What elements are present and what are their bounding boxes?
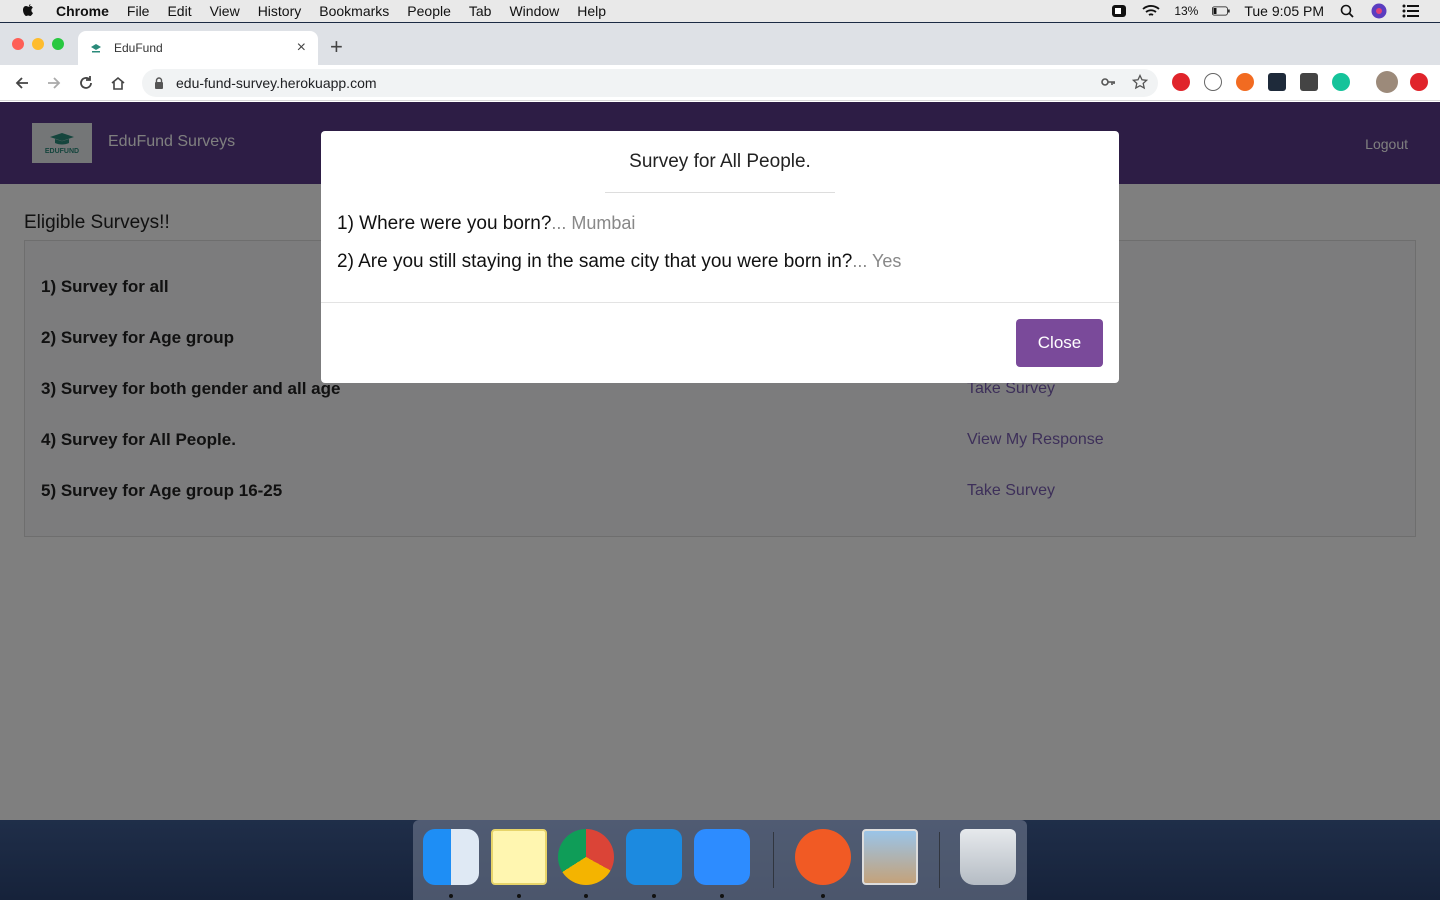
- browser-window: EduFund × + edu-fund-survey.herokuapp.co…: [0, 23, 1440, 820]
- menu-help[interactable]: Help: [577, 3, 606, 19]
- browser-toolbar: edu-fund-survey.herokuapp.com: [0, 65, 1440, 101]
- question-text: 2) Are you still staying in the same cit…: [337, 251, 853, 272]
- answer-text: ... Yes: [852, 251, 902, 271]
- menu-app-chrome[interactable]: Chrome: [56, 3, 109, 19]
- bookmark-star-icon[interactable]: [1132, 74, 1148, 90]
- close-button[interactable]: Close: [1016, 319, 1103, 367]
- opera-extension-icon[interactable]: [1172, 73, 1190, 91]
- notes-icon[interactable]: [491, 829, 547, 885]
- modal-footer: Close: [321, 302, 1119, 383]
- trash-icon[interactable]: [960, 829, 1016, 885]
- menu-people[interactable]: People: [407, 3, 451, 19]
- running-indicator: [449, 894, 453, 898]
- tab-strip: EduFund × +: [0, 23, 1440, 65]
- grammarly-icon[interactable]: [1332, 73, 1350, 91]
- vscode-icon[interactable]: [626, 829, 682, 885]
- new-tab-button[interactable]: +: [330, 36, 343, 58]
- forward-arrow-icon[interactable]: [44, 73, 64, 93]
- reload-icon[interactable]: [76, 73, 96, 93]
- menu-view[interactable]: View: [210, 3, 240, 19]
- siri-icon[interactable]: [1370, 3, 1388, 19]
- zoom-window-button[interactable]: [52, 38, 64, 50]
- browser-tab-edufund[interactable]: EduFund ×: [78, 31, 318, 65]
- postman-icon[interactable]: [795, 829, 851, 885]
- running-indicator: [821, 894, 825, 898]
- chrome-icon[interactable]: [558, 829, 614, 885]
- puzzle-extension-icon[interactable]: [1300, 73, 1318, 91]
- key-icon[interactable]: [1100, 74, 1116, 90]
- menu-window[interactable]: Window: [509, 3, 559, 19]
- spotlight-search-icon[interactable]: [1338, 4, 1356, 18]
- edufund-favicon-icon: [91, 44, 101, 53]
- modal-body: 1) Where were you born?... Mumbai 2) Are…: [321, 193, 1119, 289]
- running-indicator: [584, 894, 588, 898]
- tab-title: EduFund: [114, 41, 163, 55]
- question-answer-item: 1) Where were you born?... Mumbai: [337, 213, 1103, 251]
- apple-icon[interactable]: [20, 3, 36, 19]
- minimize-window-button[interactable]: [32, 38, 44, 50]
- json-extension-icon[interactable]: [1204, 73, 1222, 91]
- dock-separator: [773, 832, 774, 888]
- notification-center-icon[interactable]: [1402, 4, 1420, 18]
- close-tab-icon[interactable]: ×: [297, 39, 306, 57]
- menu-tab[interactable]: Tab: [469, 3, 492, 19]
- preview-icon[interactable]: [862, 829, 918, 885]
- window-controls: [12, 38, 64, 50]
- menu-file[interactable]: File: [127, 3, 150, 19]
- web-page: EDUFUND EduFund Surveys Logout Eligible …: [0, 102, 1440, 820]
- address-bar[interactable]: edu-fund-survey.herokuapp.com: [142, 69, 1158, 97]
- update-chrome-icon[interactable]: [1410, 73, 1428, 91]
- zoom-icon[interactable]: [694, 829, 750, 885]
- wifi-icon[interactable]: [1142, 4, 1160, 18]
- question-answer-item: 2) Are you still staying in the same cit…: [337, 251, 1103, 289]
- profile-avatar[interactable]: [1376, 71, 1398, 93]
- back-arrow-icon[interactable]: [12, 73, 32, 93]
- close-window-button[interactable]: [12, 38, 24, 50]
- finder-icon[interactable]: [423, 829, 479, 885]
- macos-dock: [413, 820, 1027, 900]
- battery-percentage: 13%: [1174, 4, 1199, 18]
- menu-bookmarks[interactable]: Bookmarks: [319, 3, 389, 19]
- running-indicator: [517, 894, 521, 898]
- home-icon[interactable]: [108, 73, 128, 93]
- running-indicator: [652, 894, 656, 898]
- lock-icon[interactable]: [154, 77, 164, 89]
- survey-response-modal: Survey for All People. 1) Where were you…: [321, 131, 1119, 383]
- macos-menu-bar: Chrome File Edit View History Bookmarks …: [0, 0, 1440, 22]
- clock[interactable]: Tue 9:05 PM: [1244, 3, 1324, 19]
- menu-history[interactable]: History: [258, 3, 302, 19]
- url-text: edu-fund-survey.herokuapp.com: [176, 75, 377, 91]
- answer-text: ... Mumbai: [551, 213, 636, 233]
- react-devtools-icon[interactable]: [1268, 73, 1286, 91]
- screen-record-icon[interactable]: [1110, 4, 1128, 18]
- question-text: 1) Where were you born?: [337, 213, 552, 234]
- running-indicator: [720, 894, 724, 898]
- battery-icon[interactable]: [1212, 4, 1230, 18]
- dock-separator: [939, 832, 940, 888]
- orange-extension-icon[interactable]: [1236, 73, 1254, 91]
- menu-edit[interactable]: Edit: [167, 3, 191, 19]
- modal-title: Survey for All People.: [629, 151, 811, 172]
